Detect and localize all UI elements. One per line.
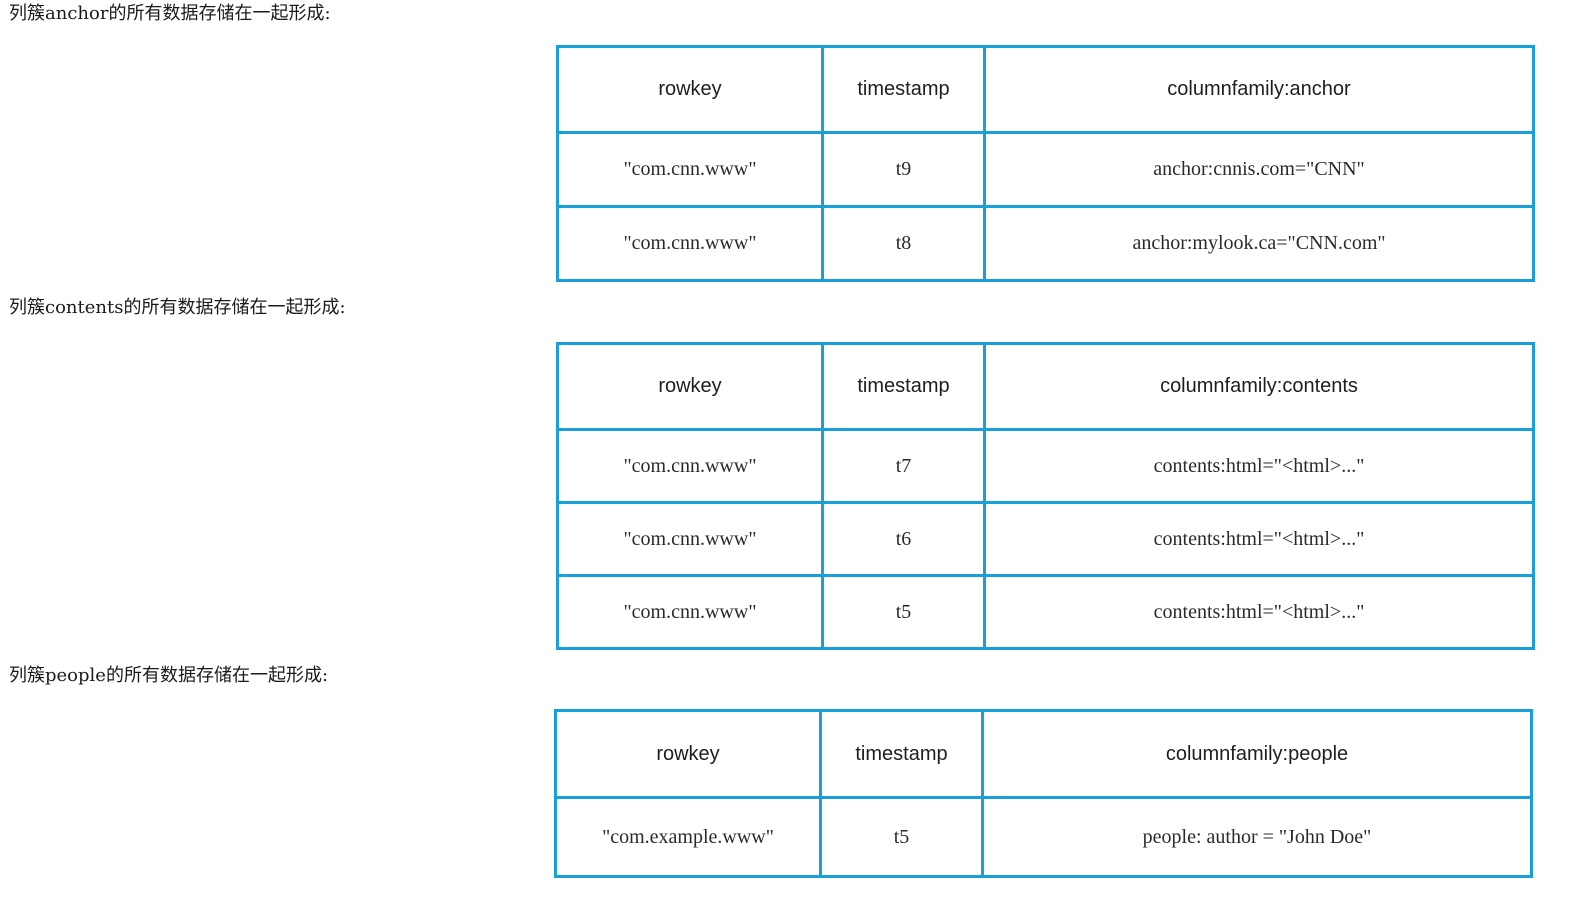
table-header-row: rowkey timestamp columnfamily:contents	[556, 342, 1535, 431]
header-rowkey: rowkey	[554, 709, 822, 799]
section-caption-people: 列簇people的所有数据存储在一起形成:	[9, 665, 329, 686]
header-rowkey: rowkey	[556, 45, 824, 134]
table-row: "com.cnn.www" t7 contents:html="<html>..…	[556, 428, 1535, 504]
cell-value: anchor:cnnis.com="CNN"	[983, 131, 1535, 208]
header-rowkey: rowkey	[556, 342, 824, 431]
cell-timestamp: t5	[821, 574, 986, 650]
table-row: "com.cnn.www" t5 contents:html="<html>..…	[556, 574, 1535, 650]
section-caption-anchor: 列簇anchor的所有数据存储在一起形成:	[9, 3, 331, 24]
cell-value: contents:html="<html>..."	[983, 574, 1535, 650]
section-caption-contents: 列簇contents的所有数据存储在一起形成:	[9, 297, 346, 318]
table-header-row: rowkey timestamp columnfamily:people	[554, 709, 1533, 799]
cell-timestamp: t6	[821, 501, 986, 577]
columnfamily-contents-table: rowkey timestamp columnfamily:contents "…	[556, 342, 1535, 650]
cell-rowkey: "com.cnn.www"	[556, 428, 824, 504]
cell-value: people: author = "John Doe"	[981, 796, 1533, 878]
cell-timestamp: t9	[821, 131, 986, 208]
header-timestamp: timestamp	[821, 342, 986, 431]
table-row: "com.cnn.www" t6 contents:html="<html>..…	[556, 501, 1535, 577]
table-row: "com.cnn.www" t8 anchor:mylook.ca="CNN.c…	[556, 205, 1535, 282]
cell-value: anchor:mylook.ca="CNN.com"	[983, 205, 1535, 282]
cell-timestamp: t8	[821, 205, 986, 282]
header-timestamp: timestamp	[819, 709, 984, 799]
cell-rowkey: "com.cnn.www"	[556, 131, 824, 208]
header-columnfamily: columnfamily:people	[981, 709, 1533, 799]
header-timestamp: timestamp	[821, 45, 986, 134]
cell-value: contents:html="<html>..."	[983, 428, 1535, 504]
cell-rowkey: "com.cnn.www"	[556, 574, 824, 650]
cell-value: contents:html="<html>..."	[983, 501, 1535, 577]
cell-rowkey: "com.example.www"	[554, 796, 822, 878]
cell-timestamp: t5	[819, 796, 984, 878]
columnfamily-anchor-table: rowkey timestamp columnfamily:anchor "co…	[556, 45, 1535, 282]
header-columnfamily: columnfamily:contents	[983, 342, 1535, 431]
cell-rowkey: "com.cnn.www"	[556, 205, 824, 282]
cell-timestamp: t7	[821, 428, 986, 504]
table-row: "com.example.www" t5 people: author = "J…	[554, 796, 1533, 878]
cell-rowkey: "com.cnn.www"	[556, 501, 824, 577]
table-header-row: rowkey timestamp columnfamily:anchor	[556, 45, 1535, 134]
header-columnfamily: columnfamily:anchor	[983, 45, 1535, 134]
table-row: "com.cnn.www" t9 anchor:cnnis.com="CNN"	[556, 131, 1535, 208]
columnfamily-people-table: rowkey timestamp columnfamily:people "co…	[554, 709, 1533, 878]
